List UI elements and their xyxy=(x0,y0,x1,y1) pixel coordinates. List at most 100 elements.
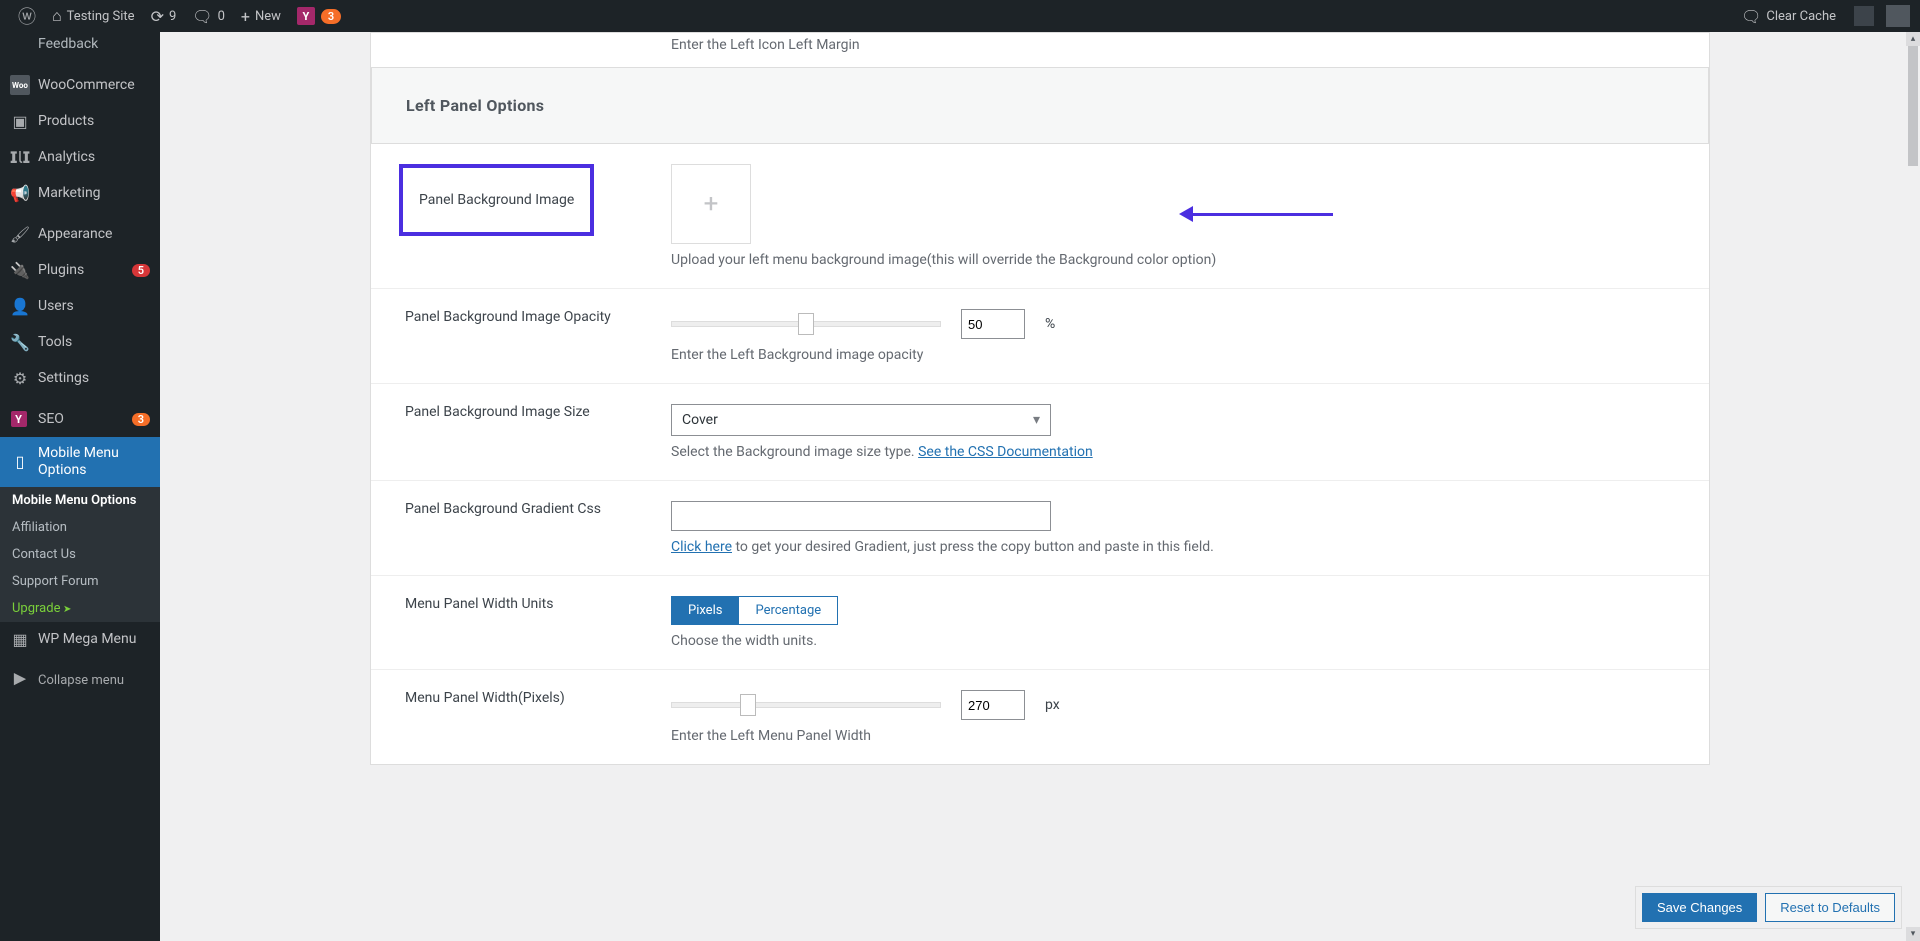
comments-link[interactable]: 🗨0 xyxy=(184,0,233,32)
width-slider[interactable] xyxy=(671,702,941,708)
row-opacity-desc: Enter the Left Background image opacity xyxy=(671,347,1675,363)
opacity-input[interactable] xyxy=(961,309,1025,339)
row-size-label: Panel Background Image Size xyxy=(371,404,671,460)
grid-icon: ▦ xyxy=(10,630,30,650)
submenu-contact[interactable]: Contact Us xyxy=(0,541,160,568)
cache-icon: 🗨 xyxy=(1741,7,1761,26)
reset-button[interactable]: Reset to Defaults xyxy=(1765,893,1895,922)
submenu-support[interactable]: Support Forum xyxy=(0,568,160,595)
row-units: Menu Panel Width Units Pixels Percentage… xyxy=(371,575,1709,669)
scroll-up-icon[interactable]: ▴ xyxy=(1906,32,1920,46)
clear-cache-button[interactable]: 🗨 Clear Cache xyxy=(1733,0,1844,32)
refresh-count: 9 xyxy=(169,9,176,24)
topbar-square-2[interactable] xyxy=(1886,5,1910,27)
sidebar-item-appearance[interactable]: 🖌Appearance xyxy=(0,216,160,252)
sidebar-item-products[interactable]: ▣Products xyxy=(0,103,160,139)
row-opacity: Panel Background Image Opacity % Enter t… xyxy=(371,288,1709,383)
woo-icon: Woo xyxy=(10,75,30,95)
yoast-badge: 3 xyxy=(321,9,341,24)
opacity-slider[interactable] xyxy=(671,321,941,327)
comment-icon: 🗨 xyxy=(192,7,212,26)
row-gradient: Panel Background Gradient Css Click here… xyxy=(371,480,1709,575)
comments-count: 0 xyxy=(218,9,225,24)
row-units-label: Menu Panel Width Units xyxy=(371,596,671,649)
plugins-badge: 5 xyxy=(132,264,150,277)
sidebar-item-tools[interactable]: 🔧Tools xyxy=(0,324,160,360)
sidebar-item-feedback[interactable]: Feedback xyxy=(0,32,160,62)
units-percentage-button[interactable]: Percentage xyxy=(738,596,838,625)
opacity-unit: % xyxy=(1045,316,1055,332)
brush-icon: 🖌 xyxy=(10,224,30,244)
collapse-menu[interactable]: ◀Collapse menu xyxy=(0,663,160,699)
row-width-label: Menu Panel Width(Pixels) xyxy=(371,690,671,744)
css-docs-link[interactable]: See the CSS Documentation xyxy=(918,444,1093,460)
admin-sidebar: Feedback WooWooCommerce ▣Products 𝗜𝗅𝗜Ana… xyxy=(0,32,160,941)
plug-icon: 🔌 xyxy=(10,260,30,280)
sidebar-item-wp-mega-menu[interactable]: ▦WP Mega Menu xyxy=(0,622,160,658)
cube-icon: ▣ xyxy=(10,111,30,131)
wrench-icon: 🔧 xyxy=(10,332,30,352)
new-link[interactable]: + New xyxy=(233,0,289,32)
submenu-upgrade[interactable]: Upgrade xyxy=(0,595,160,622)
yoast-link[interactable]: Y3 xyxy=(289,0,349,32)
home-icon: ⌂ xyxy=(52,6,62,26)
row-opacity-label: Panel Background Image Opacity xyxy=(371,309,671,363)
sidebar-item-mobile-menu[interactable]: ▯Mobile Menu Options xyxy=(0,437,160,487)
row-bg-image: Panel Background Image + Upload your lef… xyxy=(371,144,1709,288)
scroll-thumb[interactable] xyxy=(1908,46,1918,166)
size-select[interactable]: Cover xyxy=(671,404,1051,436)
topbar-square-1[interactable] xyxy=(1854,6,1874,26)
row-size: Panel Background Image Size Cover Select… xyxy=(371,383,1709,480)
sidebar-item-marketing[interactable]: 📢Marketing xyxy=(0,175,160,211)
new-label: New xyxy=(255,9,281,24)
gradient-input[interactable] xyxy=(671,501,1051,531)
sidebar-item-plugins[interactable]: 🔌Plugins5 xyxy=(0,252,160,288)
clear-cache-label: Clear Cache xyxy=(1766,9,1836,24)
scrollbar[interactable]: ▴ ▾ xyxy=(1906,32,1920,941)
sidebar-item-seo[interactable]: YSEO3 xyxy=(0,401,160,437)
seo-badge: 3 xyxy=(132,413,150,426)
row-units-desc: Choose the width units. xyxy=(671,633,1675,649)
yoast-icon: Y xyxy=(10,409,30,429)
sidebar-item-settings[interactable]: ⚙Settings xyxy=(0,360,160,396)
feedback-icon xyxy=(10,34,30,54)
yoast-icon: Y xyxy=(297,7,315,25)
settings-panel: Enter the Left Icon Left Margin Left Pan… xyxy=(370,32,1710,765)
section-title: Left Panel Options xyxy=(406,96,1674,115)
submenu-affiliation[interactable]: Affiliation xyxy=(0,514,160,541)
gradient-link[interactable]: Click here xyxy=(671,539,732,555)
collapse-icon: ◀ xyxy=(10,671,30,691)
refresh-icon: ⟳ xyxy=(151,7,164,26)
row-gradient-label: Panel Background Gradient Css xyxy=(371,501,671,555)
site-name: Testing Site xyxy=(67,9,135,24)
sidebar-item-users[interactable]: 👤Users xyxy=(0,288,160,324)
bars-icon: 𝗜𝗅𝗜 xyxy=(10,147,30,167)
plus-icon: + xyxy=(241,7,250,26)
scroll-down-icon[interactable]: ▾ xyxy=(1906,927,1920,941)
sliders-icon: ⚙ xyxy=(10,368,30,388)
admin-topbar: ⓦ ⌂Testing Site ⟳9 🗨0 +New Y3 🗨Clear Cac… xyxy=(0,0,1920,32)
row-bg-image-label: Panel Background Image xyxy=(399,164,594,236)
section-header: Left Panel Options xyxy=(371,67,1709,144)
units-segment: Pixels Percentage xyxy=(671,596,838,625)
refresh-link[interactable]: ⟳9 xyxy=(143,0,185,32)
row-gradient-desc: Click here to get your desired Gradient,… xyxy=(671,539,1675,555)
megaphone-icon: 📢 xyxy=(10,183,30,203)
site-link[interactable]: ⌂ Testing Site xyxy=(44,0,143,32)
width-input[interactable] xyxy=(961,690,1025,720)
top-hint: Enter the Left Icon Left Margin xyxy=(371,33,1709,67)
sidebar-item-analytics[interactable]: 𝗜𝗅𝗜Analytics xyxy=(0,139,160,175)
row-size-desc: Select the Background image size type. S… xyxy=(671,444,1675,460)
units-pixels-button[interactable]: Pixels xyxy=(671,596,738,625)
sidebar-submenu: Mobile Menu Options Affiliation Contact … xyxy=(0,487,160,622)
upload-image-button[interactable]: + xyxy=(671,164,751,244)
user-icon: 👤 xyxy=(10,296,30,316)
sidebar-item-woocommerce[interactable]: WooWooCommerce xyxy=(0,67,160,103)
save-button[interactable]: Save Changes xyxy=(1642,893,1757,922)
submenu-options[interactable]: Mobile Menu Options xyxy=(0,487,160,514)
wp-logo[interactable]: ⓦ xyxy=(10,0,44,32)
content-area: Enter the Left Icon Left Margin Left Pan… xyxy=(160,32,1920,941)
row-bg-image-desc: Upload your left menu background image(t… xyxy=(671,252,1675,268)
mobile-icon: ▯ xyxy=(10,452,30,472)
row-width: Menu Panel Width(Pixels) px Enter the Le… xyxy=(371,669,1709,764)
